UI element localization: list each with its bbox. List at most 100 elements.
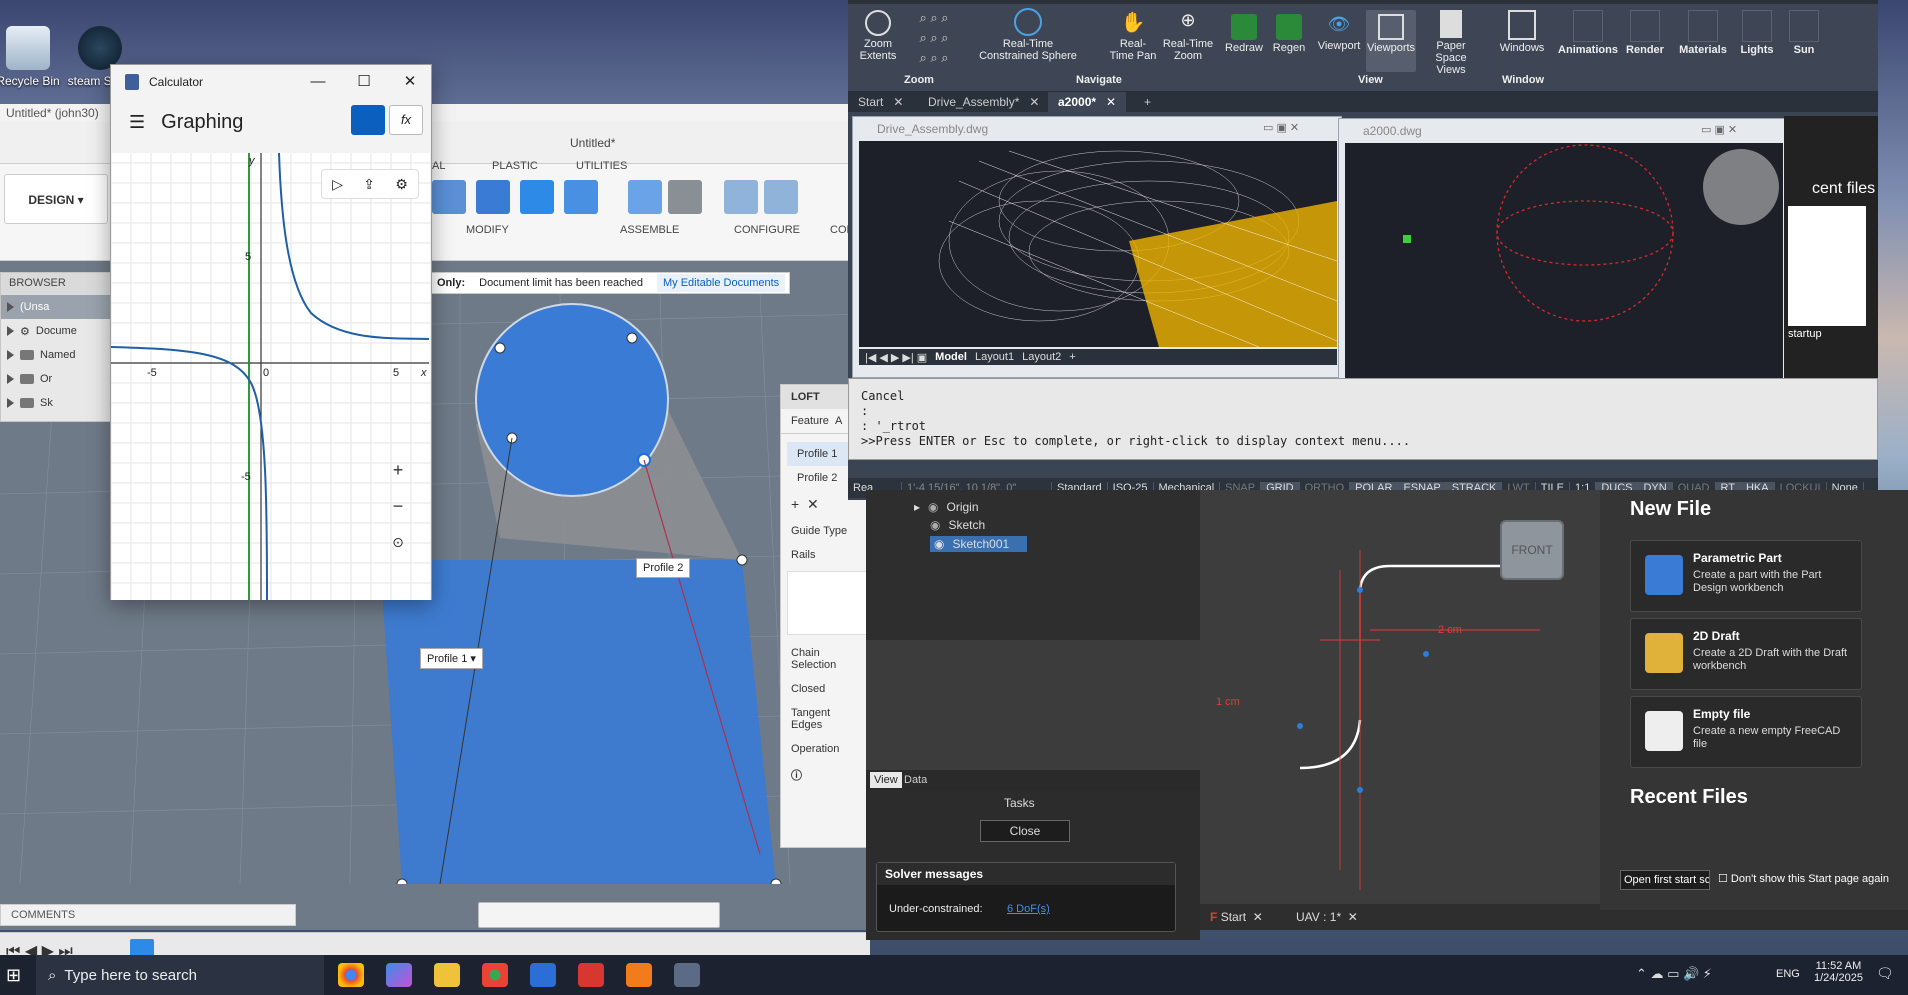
dimension-label[interactable]: 2 cm bbox=[1438, 624, 1462, 636]
dof-link[interactable]: 6 DoF(s) bbox=[1007, 903, 1050, 915]
assemble-tool-icon[interactable] bbox=[628, 180, 662, 214]
ribbon-group-label[interactable]: ASSEMBLE bbox=[620, 224, 679, 236]
zoom-reset-button[interactable]: ⊙ bbox=[377, 525, 419, 559]
function-mode-button[interactable]: fx bbox=[389, 105, 423, 135]
copilot-icon[interactable] bbox=[386, 963, 412, 987]
browser-item[interactable]: ⚙ Docume bbox=[1, 319, 115, 343]
zoom-in-button[interactable]: + bbox=[377, 453, 419, 487]
system-tray-icons[interactable]: ⌃ ☁ ▭ 🔊 ⚡ bbox=[1636, 966, 1712, 982]
dont-show-checkbox[interactable]: ☐ Don't show this Start page again bbox=[1718, 872, 1889, 885]
regen-button[interactable]: Regen bbox=[1268, 14, 1310, 54]
drawing-window-controls[interactable]: ▭ ▣ ✕ bbox=[1263, 121, 1299, 134]
autocad-taskbar-icon[interactable] bbox=[530, 963, 556, 987]
graph-mode-button[interactable] bbox=[351, 105, 385, 135]
command-line[interactable]: Cancel : : '_rtrot >>Press ENTER or Esc … bbox=[848, 378, 1878, 460]
chrome-icon[interactable] bbox=[338, 963, 364, 987]
realtime-zoom-button[interactable]: ⊕ Real-Time Zoom bbox=[1160, 10, 1216, 62]
file-tab-a2000[interactable]: a2000* ✕ bbox=[1048, 92, 1127, 112]
navigation-toolbar[interactable] bbox=[478, 902, 720, 928]
materials-button[interactable]: Materials bbox=[1674, 10, 1732, 56]
animations-button[interactable]: Animations bbox=[1556, 10, 1620, 56]
open-first-start-button[interactable]: Open first start sc bbox=[1620, 870, 1710, 890]
browser-item[interactable]: Or bbox=[1, 367, 115, 391]
taskbar-search[interactable]: ⌕ Type here to search bbox=[36, 955, 324, 995]
ribbon-group-label[interactable]: MODIFY bbox=[466, 224, 509, 236]
freecad-taskbar-icon[interactable] bbox=[578, 963, 604, 987]
trace-icon[interactable]: ▷ bbox=[332, 176, 343, 193]
modify-tool-icon[interactable] bbox=[564, 180, 598, 214]
modify-tool-icon[interactable] bbox=[432, 180, 466, 214]
draft-2d-card[interactable]: 2D Draft Create a 2D Draft with the Draft… bbox=[1630, 618, 1862, 690]
maximize-button[interactable]: ☐ bbox=[341, 65, 387, 99]
graph-canvas[interactable]: y x -5 0 5 5 -5 ▷ ⇪ ⚙ + − ⊙ bbox=[110, 152, 432, 601]
redraw-button[interactable]: Redraw bbox=[1222, 14, 1266, 54]
share-icon[interactable]: ⇪ bbox=[363, 176, 375, 193]
navigation-cube[interactable]: FRONT bbox=[1500, 520, 1564, 580]
minimize-button[interactable]: — bbox=[295, 65, 341, 99]
close-task-button[interactable]: Close bbox=[980, 820, 1070, 842]
configure-tool-icon[interactable] bbox=[764, 180, 798, 214]
lights-button[interactable]: Lights bbox=[1734, 10, 1780, 56]
close-button[interactable]: ✕ bbox=[387, 65, 433, 99]
browser-item[interactable]: Sk bbox=[1, 391, 115, 415]
rails-list[interactable] bbox=[787, 571, 868, 635]
constrained-sphere-button[interactable]: Real-Time Constrained Sphere bbox=[978, 8, 1078, 62]
configure-tool-icon[interactable] bbox=[724, 180, 758, 214]
ribbon-tab[interactable]: PLASTIC bbox=[492, 160, 538, 172]
calculator-taskbar-icon[interactable] bbox=[674, 963, 700, 987]
dimension-label[interactable]: 1 cm bbox=[1216, 696, 1240, 708]
viewports-button[interactable]: Viewports bbox=[1366, 10, 1416, 72]
zoom-out-button[interactable]: − bbox=[377, 489, 419, 523]
ribbon-tab[interactable]: AL bbox=[432, 160, 445, 172]
profile-1-label[interactable]: Profile 1 ▾ bbox=[420, 648, 483, 669]
assemble-tool-icon[interactable] bbox=[668, 180, 702, 214]
zoom-tools-grid[interactable]: ⌕ ⌕ ⌕ ⌕ ⌕ ⌕ ⌕ ⌕ ⌕ bbox=[902, 8, 966, 68]
sketch-3d-view[interactable]: 2 cm 1 cm FRONT bbox=[1200, 490, 1600, 900]
browser-item[interactable]: (Unsa bbox=[1, 295, 115, 319]
file-tab-drive-assembly[interactable]: Drive_Assembly* ✕ bbox=[918, 92, 1049, 112]
comments-bar[interactable]: COMMENTS bbox=[0, 904, 296, 926]
desktop-icon-recycle-bin[interactable]: Recycle Bin bbox=[0, 26, 68, 88]
realtime-pan-button[interactable]: ✋ Real-Time Pan bbox=[1108, 10, 1158, 62]
tree-item-sketch[interactable]: ◉ Sketch bbox=[930, 518, 985, 532]
paper-space-views-button[interactable]: Paper Space Views bbox=[1420, 10, 1482, 76]
new-tab-icon[interactable]: + bbox=[1134, 92, 1161, 112]
doc-tab-uav[interactable]: UAV : 1* ✕ bbox=[1296, 910, 1358, 924]
add-layout-icon[interactable]: + bbox=[1069, 351, 1075, 363]
settings-icon[interactable]: ⚙ bbox=[395, 176, 408, 193]
browser-item[interactable]: Named bbox=[1, 343, 115, 367]
ribbon-tab[interactable]: UTILITIES bbox=[576, 160, 627, 172]
viewport-button[interactable]: 👁 Viewport bbox=[1314, 14, 1364, 52]
empty-file-card[interactable]: Empty file Create a new empty FreeCAD fil… bbox=[1630, 696, 1862, 768]
design-dropdown[interactable]: DESIGN ▾ bbox=[4, 174, 108, 224]
hamburger-menu-icon[interactable]: ☰ bbox=[129, 112, 145, 133]
modify-tool-icon[interactable] bbox=[520, 180, 554, 214]
recent-file-thumbnail[interactable] bbox=[1788, 206, 1866, 326]
layout-tab[interactable]: Layout2 bbox=[1022, 351, 1061, 363]
layout-tab[interactable]: Layout1 bbox=[975, 351, 1014, 363]
file-explorer-icon[interactable] bbox=[434, 963, 460, 987]
sun-button[interactable]: Sun bbox=[1782, 10, 1826, 56]
drawing-window-controls[interactable]: ▭ ▣ ✕ bbox=[1701, 123, 1737, 136]
language-indicator[interactable]: ENG bbox=[1776, 968, 1800, 980]
start-button[interactable]: ⊞ bbox=[6, 965, 21, 986]
modify-tool-icon[interactable] bbox=[476, 180, 510, 214]
ribbon-group-label[interactable]: CONFIGURE bbox=[734, 224, 800, 236]
tree-item-sketch001[interactable]: ◉ Sketch001 bbox=[930, 536, 1028, 552]
doc-tab-start[interactable]: F Start ✕ bbox=[1210, 910, 1263, 924]
drive-assembly-viewport[interactable] bbox=[859, 141, 1337, 347]
parametric-part-card[interactable]: Parametric Part Create a part with the Pa… bbox=[1630, 540, 1862, 612]
editable-docs-link[interactable]: My Editable Documents bbox=[657, 274, 786, 292]
clock[interactable]: 11:52 AM 1/24/2025 bbox=[1814, 960, 1863, 984]
layout-tab-model[interactable]: Model bbox=[935, 351, 967, 363]
notification-icon[interactable]: 🗨 bbox=[1876, 965, 1894, 982]
info-icon[interactable]: ⓘ bbox=[781, 761, 874, 789]
windows-button[interactable]: Windows bbox=[1496, 10, 1548, 54]
zoom-extents-button[interactable]: Zoom Extents bbox=[858, 10, 898, 62]
fusion-taskbar-icon[interactable] bbox=[626, 963, 652, 987]
profile-2-label[interactable]: Profile 2 bbox=[636, 558, 691, 578]
render-button[interactable]: Render bbox=[1620, 10, 1670, 56]
tab-data[interactable]: Data bbox=[904, 774, 927, 786]
tree-item-origin[interactable]: ▸ ◉ Origin bbox=[914, 500, 979, 514]
tab-view[interactable]: View bbox=[870, 772, 902, 788]
